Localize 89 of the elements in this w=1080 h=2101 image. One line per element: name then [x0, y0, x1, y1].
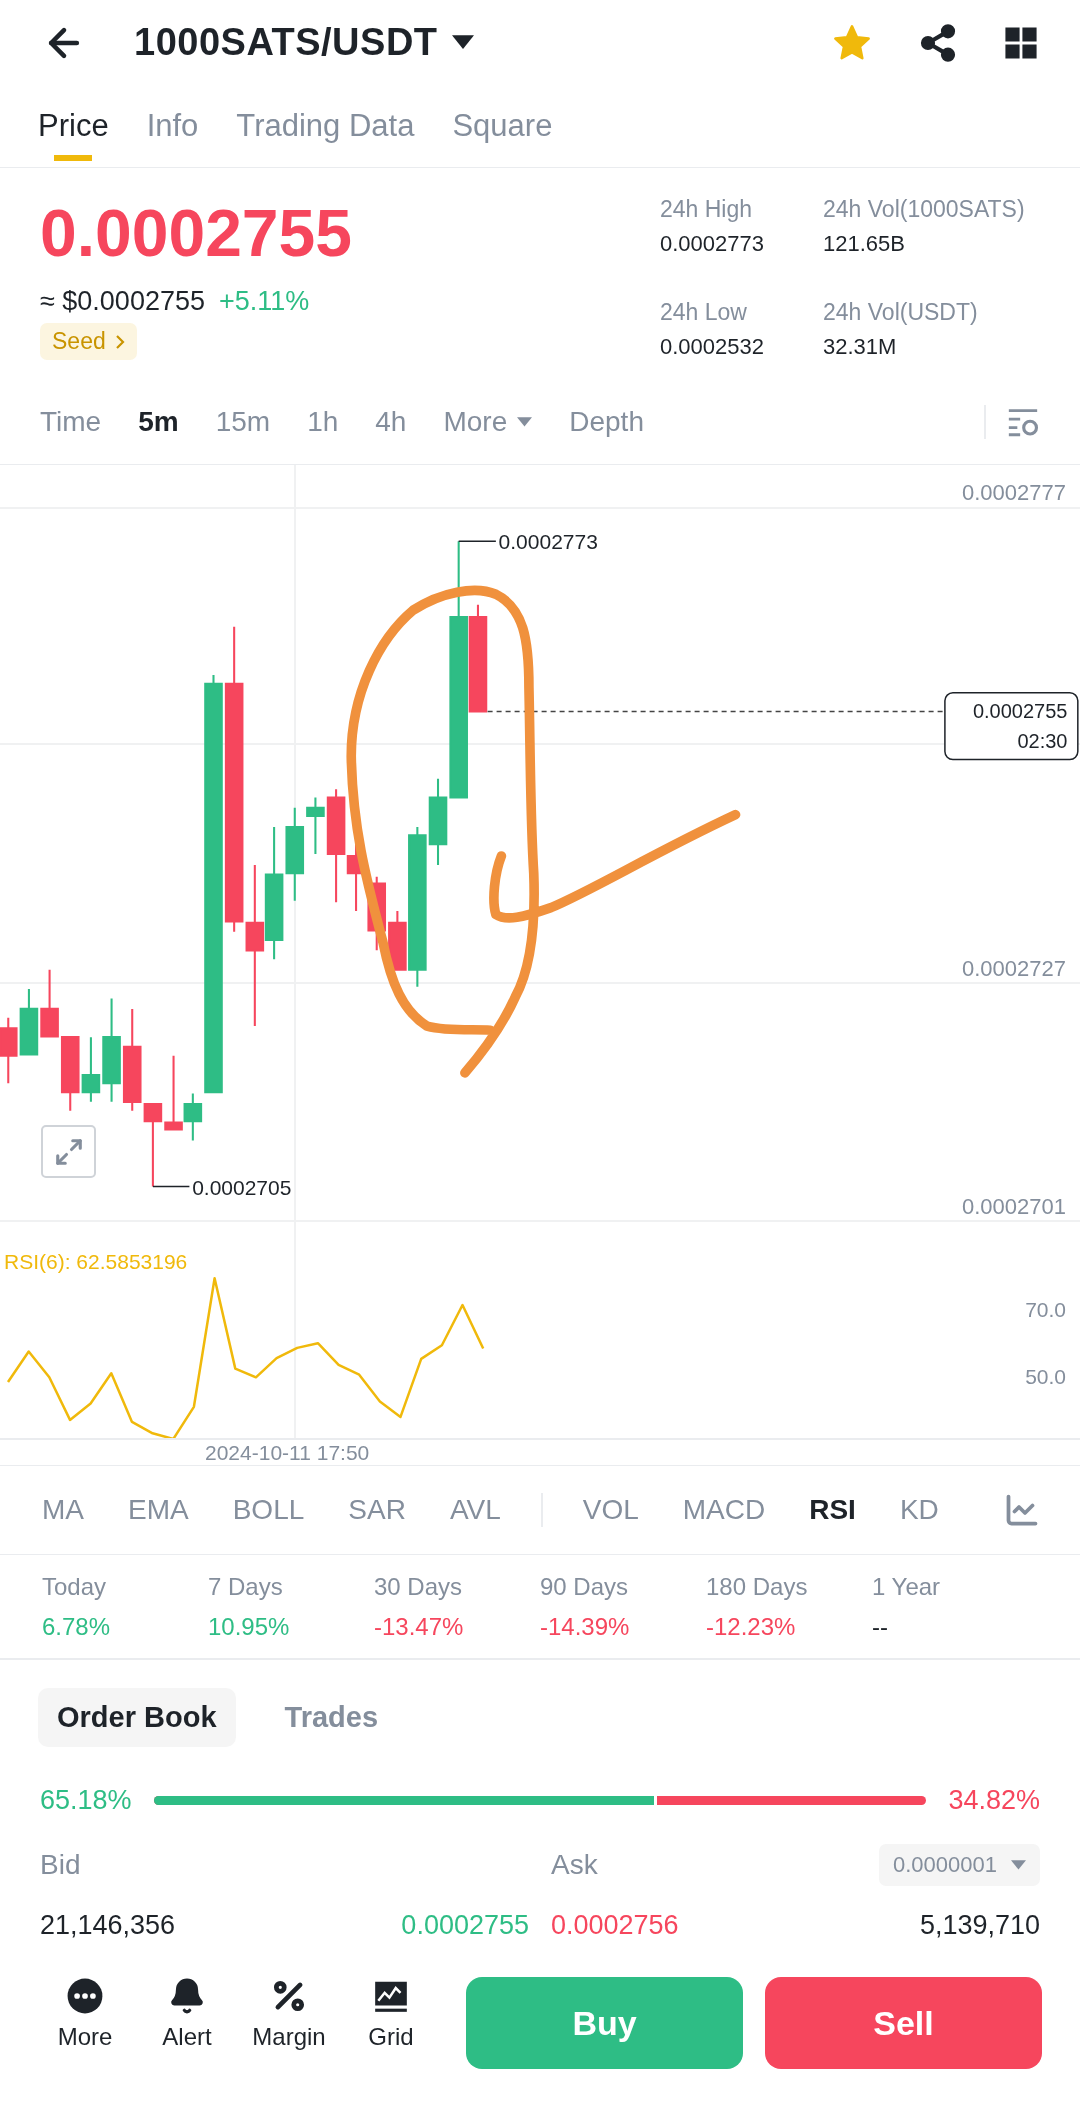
buy-button[interactable]: Buy: [466, 1977, 743, 2069]
axis-label: 70.0: [1025, 1297, 1066, 1321]
interval-tab[interactable]: 5m: [138, 406, 179, 438]
action-button[interactable]: More: [34, 1977, 136, 2051]
action-button[interactable]: Alert: [136, 1977, 238, 2051]
period-label: 30 Days: [374, 1573, 464, 1601]
candle: [19, 987, 39, 1056]
chart-icon[interactable]: [1004, 1492, 1040, 1528]
caret-icon: [1011, 1860, 1026, 1870]
pair-title[interactable]: 1000SATS/USDT: [134, 21, 438, 64]
countdown-label: 02:30: [1017, 729, 1068, 752]
bid-quantity: 21,146,356: [40, 1909, 176, 1941]
tab[interactable]: Price: [38, 84, 109, 168]
indicator-tab[interactable]: AVL: [449, 1494, 501, 1526]
current-price-label: 0.0002755: [972, 700, 1068, 723]
axis-label: 0.0002777: [962, 480, 1066, 505]
tab[interactable]: Square: [452, 84, 553, 168]
stat-label: 24h Vol(USDT): [823, 299, 979, 326]
precision-dropdown[interactable]: 0.0000001: [879, 1844, 1040, 1886]
interval-tab[interactable]: Time: [40, 406, 102, 438]
period-label: 1 Year: [872, 1573, 942, 1601]
time-label: 2024-10-11 17:50: [205, 1440, 370, 1465]
period-change: -13.47%: [374, 1613, 465, 1641]
indicator-tab[interactable]: RSI: [809, 1494, 856, 1526]
stat-value: 0.0002532: [660, 334, 765, 360]
stat-label: 24h Low: [660, 299, 748, 326]
expand-icon: [53, 1136, 84, 1167]
indicator-tab[interactable]: VOL: [582, 1494, 639, 1526]
axis-label: 50.0: [1025, 1364, 1066, 1388]
interval-tab[interactable]: 1h: [307, 406, 339, 438]
stat-value: 121.65B: [823, 231, 906, 257]
high-price-label: 0.0002773: [498, 530, 598, 554]
stat-label: 24h Vol(1000SATS): [823, 196, 1026, 223]
period-change: -14.39%: [540, 1613, 631, 1641]
indicator-tab[interactable]: SAR: [348, 1494, 406, 1526]
interval-tab[interactable]: 15m: [215, 406, 271, 438]
period-label: 7 Days: [208, 1573, 284, 1601]
ask-ratio: 34.82%: [948, 1784, 1040, 1816]
tab[interactable]: Info: [146, 84, 199, 168]
period-change: 6.78%: [42, 1613, 112, 1641]
indicator-title: RSI(6): 62.5853196: [4, 1250, 188, 1273]
interval-tab[interactable]: Depth: [569, 406, 644, 438]
stat-value: 0.0002773: [660, 231, 765, 257]
book-tab[interactable]: Trades: [265, 1688, 398, 1747]
stat-label: 24h High: [660, 196, 754, 223]
period-label: 180 Days: [706, 1573, 809, 1601]
bell-icon: [168, 1977, 206, 2015]
stat-value: 32.31M: [823, 334, 898, 360]
action-button[interactable]: Margin: [238, 1977, 340, 2051]
indicator-tab[interactable]: MACD: [682, 1494, 766, 1526]
bid-header: Bid: [40, 1849, 81, 1881]
indicator-tab[interactable]: MA: [42, 1494, 84, 1526]
interval-tab[interactable]: More: [443, 406, 533, 438]
indicator-tab[interactable]: KD: [899, 1494, 939, 1526]
ask-quantity: 5,139,710: [919, 1909, 1040, 1941]
period-label: 90 Days: [540, 1573, 630, 1601]
leader-line: [152, 1185, 191, 1188]
expand-button[interactable]: [41, 1125, 96, 1178]
more-icon: [66, 1977, 104, 2015]
axis-label: 0.0002727: [962, 956, 1066, 981]
seed-tag[interactable]: Seed: [40, 323, 137, 360]
caret-icon: [451, 35, 474, 50]
indicator-tab[interactable]: BOLL: [232, 1494, 305, 1526]
leader-line: [457, 540, 497, 542]
sell-button[interactable]: Sell: [765, 1977, 1042, 2069]
fiat-price: ≈ $0.0002755: [40, 286, 205, 317]
price-change: +5.11%: [218, 286, 310, 317]
book-tab[interactable]: Order Book: [38, 1688, 236, 1747]
last-price: 0.0002755: [40, 200, 352, 266]
caret-icon: [517, 417, 533, 427]
chevron-icon: [115, 334, 125, 349]
bid-ratio: 65.18%: [40, 1784, 132, 1816]
candle: [40, 968, 59, 1038]
period-change: -12.23%: [706, 1613, 797, 1641]
grid-icon[interactable]: [1004, 25, 1038, 60]
low-price-label: 0.0002705: [192, 1175, 292, 1199]
action-button[interactable]: Grid: [340, 1977, 442, 2051]
period-change: --: [872, 1613, 889, 1641]
indicator-tab[interactable]: EMA: [128, 1494, 189, 1526]
period-label: Today: [42, 1573, 108, 1601]
axis-label: 0.0002701: [962, 1194, 1066, 1219]
share-icon[interactable]: [918, 22, 958, 63]
ask-price: 0.0002756: [551, 1909, 679, 1941]
tab[interactable]: Trading Data: [236, 84, 415, 168]
candle: [0, 1016, 18, 1085]
ask-header: Ask: [551, 1849, 598, 1881]
bid-price: 0.0002755: [401, 1909, 529, 1941]
interval-tab[interactable]: 4h: [375, 406, 407, 438]
period-change: 10.95%: [208, 1613, 291, 1641]
